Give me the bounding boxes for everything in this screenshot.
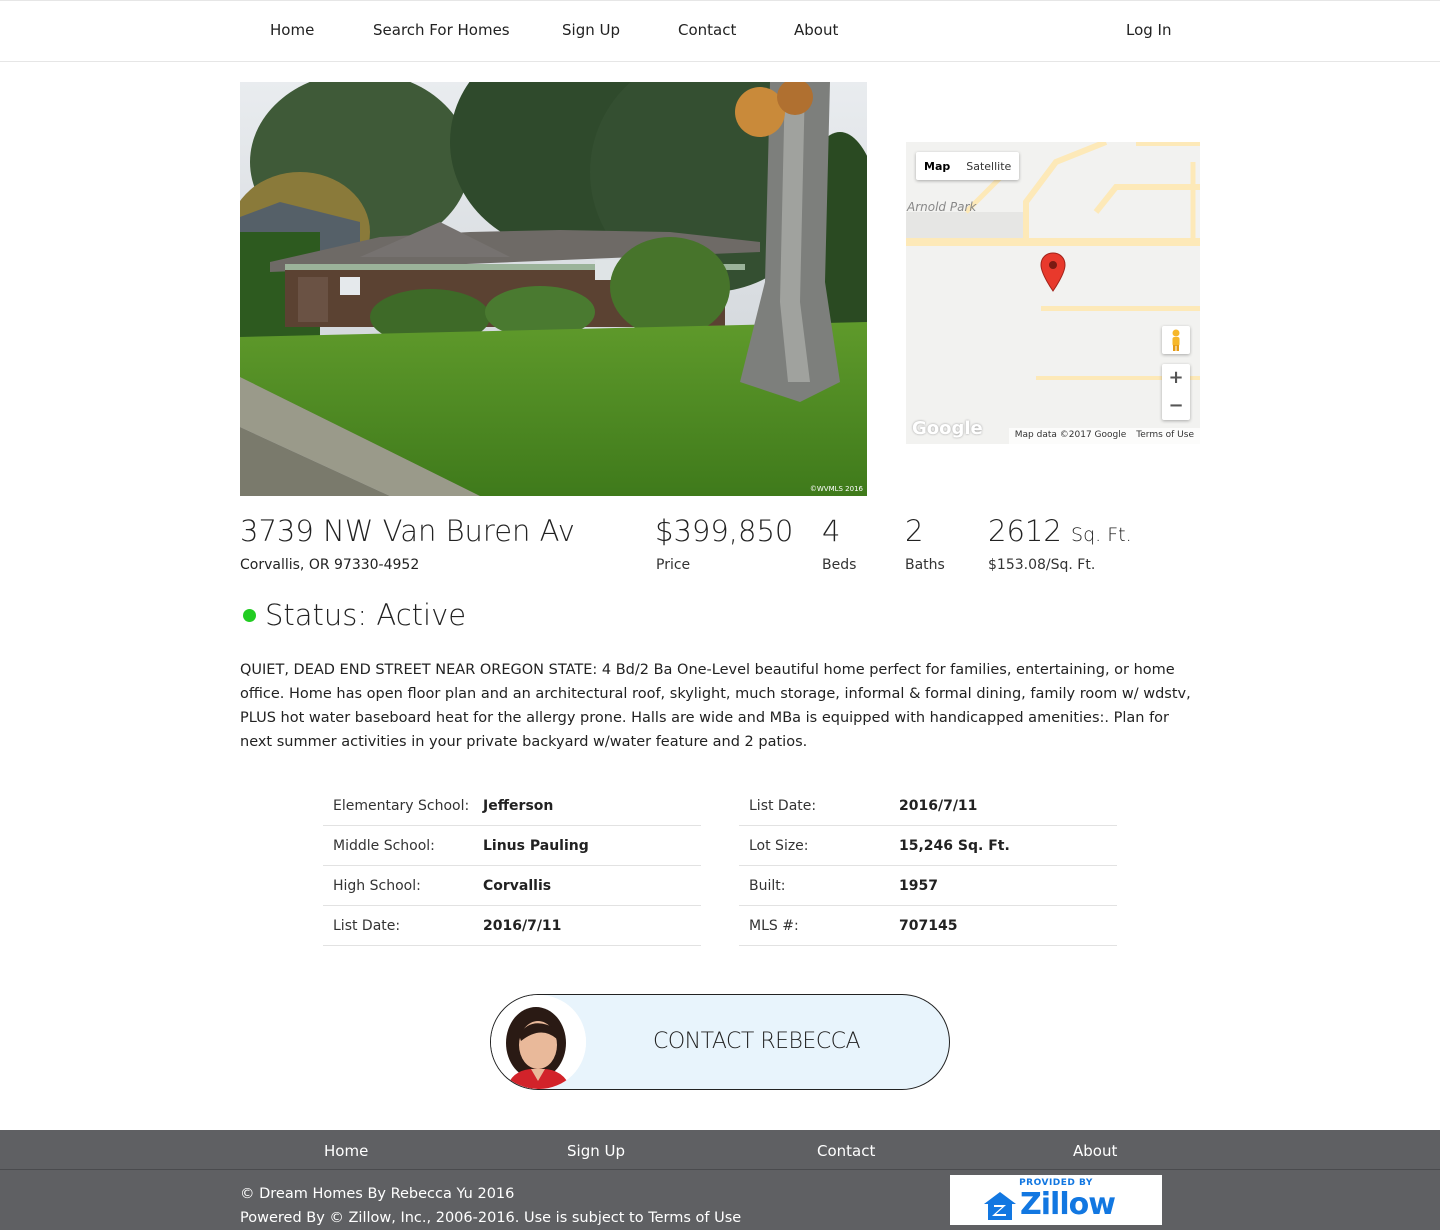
listing-status: Status: Active xyxy=(243,598,466,632)
footer-home-link[interactable]: Home xyxy=(324,1142,368,1160)
detail-label: List Date: xyxy=(333,917,401,934)
map-terms-link[interactable]: Terms of Use xyxy=(1136,430,1194,442)
price-value: $399,850 xyxy=(655,514,794,548)
footer: Home Sign Up Contact About © Dream Homes… xyxy=(0,1130,1440,1230)
copyright-text: © Dream Homes By Rebecca Yu 2016 xyxy=(240,1186,515,1202)
contact-agent-label: CONTACT REBECCA xyxy=(653,1029,861,1054)
sqft-value: 2612 xyxy=(988,514,1062,548)
details-row: Middle School: Linus Pauling xyxy=(323,826,701,866)
location-map[interactable]: Map Satellite Arnold Park + − Google Map… xyxy=(906,142,1200,444)
footer-about-link[interactable]: About xyxy=(1073,1142,1117,1160)
house-illustration xyxy=(240,82,867,496)
google-logo: Google xyxy=(912,418,983,439)
zillow-logo-icon xyxy=(984,1192,1016,1220)
map-tab[interactable]: Map xyxy=(916,152,958,180)
beds-value: 4 xyxy=(822,514,841,548)
map-roads xyxy=(906,142,1200,444)
status-text: Status: Active xyxy=(265,598,467,632)
satellite-tab[interactable]: Satellite xyxy=(958,152,1019,180)
details-row: Built: 1957 xyxy=(739,866,1117,906)
detail-value: 707145 xyxy=(899,917,958,934)
zillow-wordmark: Zillow xyxy=(1020,1187,1116,1222)
details-table-left: Elementary School: Jefferson Middle Scho… xyxy=(323,786,701,946)
sqft-stat: 2612 Sq. Ft. xyxy=(988,514,1132,548)
baths-value: 2 xyxy=(905,514,924,548)
nav-about-link[interactable]: About xyxy=(794,21,838,39)
price-label: Price xyxy=(656,557,691,573)
map-type-toggle: Map Satellite xyxy=(916,152,1020,180)
contact-agent-button[interactable]: CONTACT REBECCA xyxy=(490,994,950,1090)
detail-value: 2016/7/11 xyxy=(483,917,562,934)
detail-value: 2016/7/11 xyxy=(899,797,978,814)
detail-label: Elementary School: xyxy=(333,797,470,814)
zoom-out-button[interactable]: − xyxy=(1162,392,1190,420)
street-view-pegman-icon[interactable] xyxy=(1162,326,1190,354)
baths-label: Baths xyxy=(905,557,945,573)
details-row: List Date: 2016/7/11 xyxy=(739,786,1117,826)
details-row: High School: Corvallis xyxy=(323,866,701,906)
detail-label: High School: xyxy=(333,877,421,894)
footer-copyright: © Dream Homes By Rebecca Yu 2016 Powered… xyxy=(240,1182,741,1230)
map-data-text: Map data ©2017 Google xyxy=(1014,430,1127,440)
status-dot-icon xyxy=(243,608,256,622)
detail-label: Built: xyxy=(749,877,786,894)
map-zoom-control: + − xyxy=(1162,364,1190,420)
photo-watermark: ©WVMLS 2016 xyxy=(809,485,863,493)
beds-label: Beds xyxy=(822,557,857,573)
zillow-badge[interactable]: PROVIDED BY Zillow xyxy=(950,1175,1162,1225)
detail-value: 15,246 Sq. Ft. xyxy=(899,837,1010,854)
map-pin-icon[interactable] xyxy=(1040,252,1066,292)
detail-label: List Date: xyxy=(749,797,817,814)
detail-label: MLS #: xyxy=(749,917,799,934)
powered-by-text: Powered By © Zillow, Inc., 2006-2016. Us… xyxy=(240,1210,742,1226)
detail-value: Jefferson xyxy=(483,797,554,814)
zoom-in-button[interactable]: + xyxy=(1162,364,1190,392)
details-row: Elementary School: Jefferson xyxy=(323,786,701,826)
footer-contact-link[interactable]: Contact xyxy=(817,1142,875,1160)
nav-search-link[interactable]: Search For Homes xyxy=(373,21,510,39)
sqft-unit: Sq. Ft. xyxy=(1071,524,1132,546)
property-address: 3739 NW Van Buren Av xyxy=(240,514,575,548)
footer-nav: Home Sign Up Contact About xyxy=(0,1130,1440,1170)
details-row: Lot Size: 15,246 Sq. Ft. xyxy=(739,826,1117,866)
map-attribution: Map data ©2017 Google Terms of Use xyxy=(1008,428,1200,444)
detail-label: Lot Size: xyxy=(749,837,809,854)
price-per-sqft: $153.08/Sq. Ft. xyxy=(988,557,1096,573)
nav-contact-link[interactable]: Contact xyxy=(678,21,736,39)
details-table-right: List Date: 2016/7/11 Lot Size: 15,246 Sq… xyxy=(739,786,1117,946)
property-description: QUIET, DEAD END STREET NEAR OREGON STATE… xyxy=(240,662,1191,750)
detail-value: Linus Pauling xyxy=(483,837,589,854)
park-label: Arnold Park xyxy=(907,200,977,214)
detail-value: 1957 xyxy=(899,877,938,894)
top-nav: Home Search For Homes Sign Up Contact Ab… xyxy=(0,0,1440,62)
agent-avatar xyxy=(491,995,586,1089)
property-photo: ©WVMLS 2016 xyxy=(240,82,867,496)
footer-signup-link[interactable]: Sign Up xyxy=(567,1142,625,1160)
detail-label: Middle School: xyxy=(333,837,435,854)
nav-signup-link[interactable]: Sign Up xyxy=(562,21,620,39)
details-row: MLS #: 707145 xyxy=(739,906,1117,946)
nav-login-link[interactable]: Log In xyxy=(1126,21,1172,39)
detail-value: Corvallis xyxy=(483,877,552,894)
nav-home-link[interactable]: Home xyxy=(270,21,314,39)
details-row: List Date: 2016/7/11 xyxy=(323,906,701,946)
property-city: Corvallis, OR 97330-4952 xyxy=(240,557,420,573)
